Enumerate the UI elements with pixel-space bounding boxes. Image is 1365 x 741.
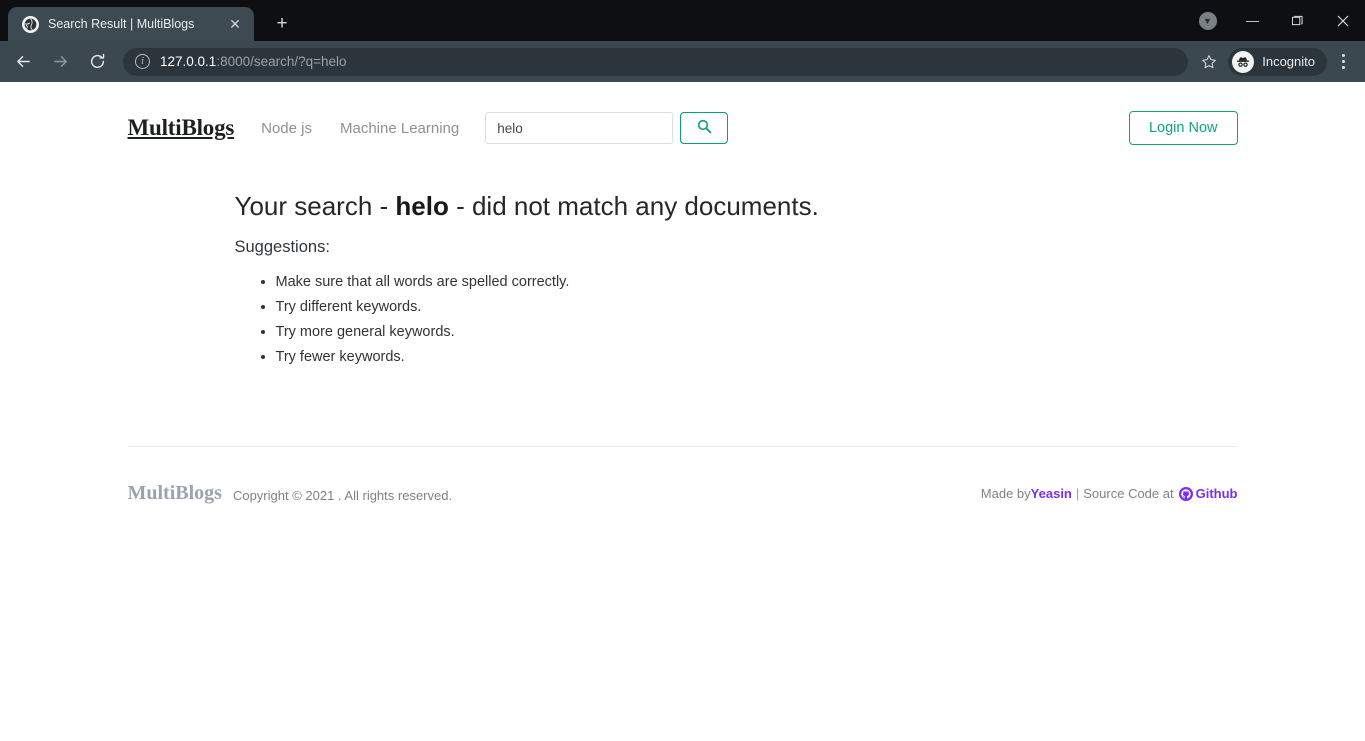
login-button[interactable]: Login Now	[1128, 111, 1238, 145]
source-code-label: Source Code at	[1083, 486, 1174, 501]
browser-tab-active[interactable]: Search Result | MultiBlogs ✕	[8, 7, 254, 41]
forward-button[interactable]	[45, 47, 75, 77]
made-by-prefix: Made by	[980, 486, 1031, 501]
url-host: 127.0.0.1	[160, 54, 217, 69]
result-suffix: - did not match any documents.	[448, 191, 819, 221]
no-results-heading: Your search - helo - did not match any d…	[235, 190, 1238, 223]
search-input[interactable]	[485, 112, 674, 144]
footer-divider	[128, 446, 1237, 447]
globe-icon	[22, 15, 39, 33]
header-container: MultiBlogs Node js Machine Learning Logi…	[128, 82, 1238, 152]
info-icon[interactable]: i	[135, 54, 150, 69]
list-item: Make sure that all words are spelled cor…	[276, 270, 1238, 295]
reload-button[interactable]	[82, 47, 112, 77]
github-label: Github	[1195, 486, 1238, 501]
suggestions-list: Make sure that all words are spelled cor…	[235, 270, 1238, 370]
main-container: Your search - helo - did not match any d…	[128, 152, 1238, 370]
more-options-icon[interactable]	[1329, 47, 1357, 77]
tab-strip: Search Result | MultiBlogs ✕ + ▼ —	[0, 0, 1365, 41]
site-header: MultiBlogs Node js Machine Learning Logi…	[128, 82, 1238, 152]
window-controls: ▼ —	[1185, 0, 1365, 41]
site-logo[interactable]: MultiBlogs	[128, 115, 235, 141]
result-prefix: Your search -	[234, 191, 396, 221]
incognito-icon	[1232, 50, 1255, 73]
main-nav: Node js Machine Learning	[261, 120, 459, 137]
footer-inner: MultiBlogs Copyright © 2021 . All rights…	[128, 482, 1238, 505]
site-footer: MultiBlogs Copyright © 2021 . All rights…	[0, 482, 1365, 522]
github-link[interactable]: Github	[1178, 486, 1238, 501]
minimize-button[interactable]: —	[1230, 0, 1275, 41]
list-item: Try fewer keywords.	[276, 345, 1238, 370]
author-link[interactable]: Yeasin	[1031, 486, 1072, 501]
close-icon[interactable]: ✕	[226, 15, 244, 33]
search-results: Your search - helo - did not match any d…	[128, 152, 1238, 370]
footer-credits: Made by Yeasin | Source Code at Github	[981, 486, 1238, 501]
incognito-indicator[interactable]: Incognito	[1228, 47, 1327, 76]
credits-separator: |	[1075, 486, 1080, 501]
list-item: Try more general keywords.	[276, 320, 1238, 345]
search-button[interactable]	[680, 112, 729, 144]
chevron-down-icon: ▼	[1198, 11, 1217, 30]
window-close-button[interactable]	[1320, 0, 1365, 41]
url-path: :8000/search/?q=helo	[216, 54, 347, 69]
nav-item-node-js[interactable]: Node js	[261, 120, 312, 137]
address-bar[interactable]: i 127.0.0.1:8000/search/?q=helo	[123, 47, 1189, 76]
incognito-label: Incognito	[1262, 54, 1315, 69]
back-button[interactable]	[8, 47, 38, 77]
page-body: MultiBlogs Node js Machine Learning Logi…	[0, 82, 1365, 741]
footer-logo: MultiBlogs	[127, 482, 222, 504]
browser-chrome: Search Result | MultiBlogs ✕ + ▼ — i 127…	[0, 0, 1365, 82]
maximize-button[interactable]	[1275, 0, 1320, 41]
copyright-text: Copyright © 2021 . All rights reserved.	[232, 488, 453, 503]
search-icon	[697, 119, 712, 137]
tab-title: Search Result | MultiBlogs	[48, 17, 195, 31]
search-form	[485, 112, 729, 144]
github-icon	[1178, 486, 1196, 501]
nav-item-machine-learning[interactable]: Machine Learning	[340, 120, 459, 137]
query-term: helo	[395, 191, 449, 221]
browser-toolbar: i 127.0.0.1:8000/search/?q=helo Incognit…	[0, 41, 1365, 82]
new-tab-button[interactable]: +	[268, 10, 296, 38]
url-text: 127.0.0.1:8000/search/?q=helo	[160, 54, 347, 69]
suggestions-label: Suggestions:	[234, 237, 330, 256]
bookmark-star-icon[interactable]	[1194, 47, 1224, 77]
list-item: Try different keywords.	[276, 295, 1238, 320]
update-badge-icon[interactable]: ▼	[1185, 0, 1230, 41]
